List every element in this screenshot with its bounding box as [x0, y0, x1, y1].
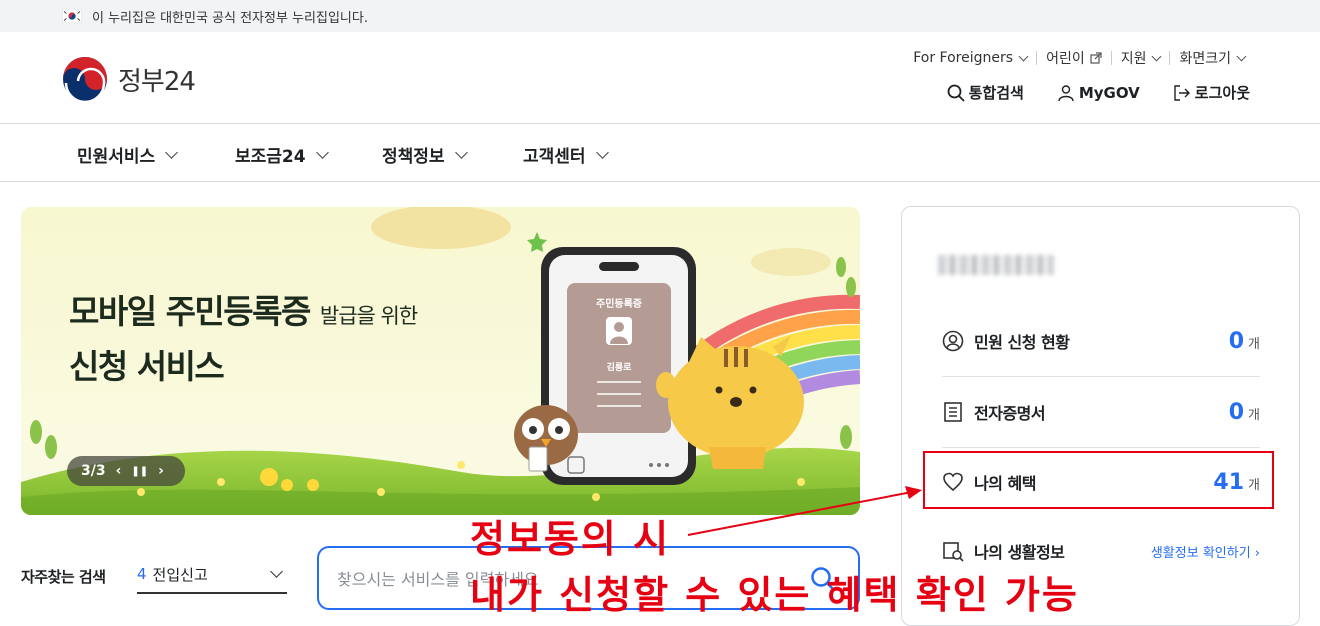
annotation-line1: 정보동의 시 [470, 517, 671, 561]
annotation-line2: 내가 신청할 수 있는 혜택 확인 가능 [470, 573, 1079, 617]
